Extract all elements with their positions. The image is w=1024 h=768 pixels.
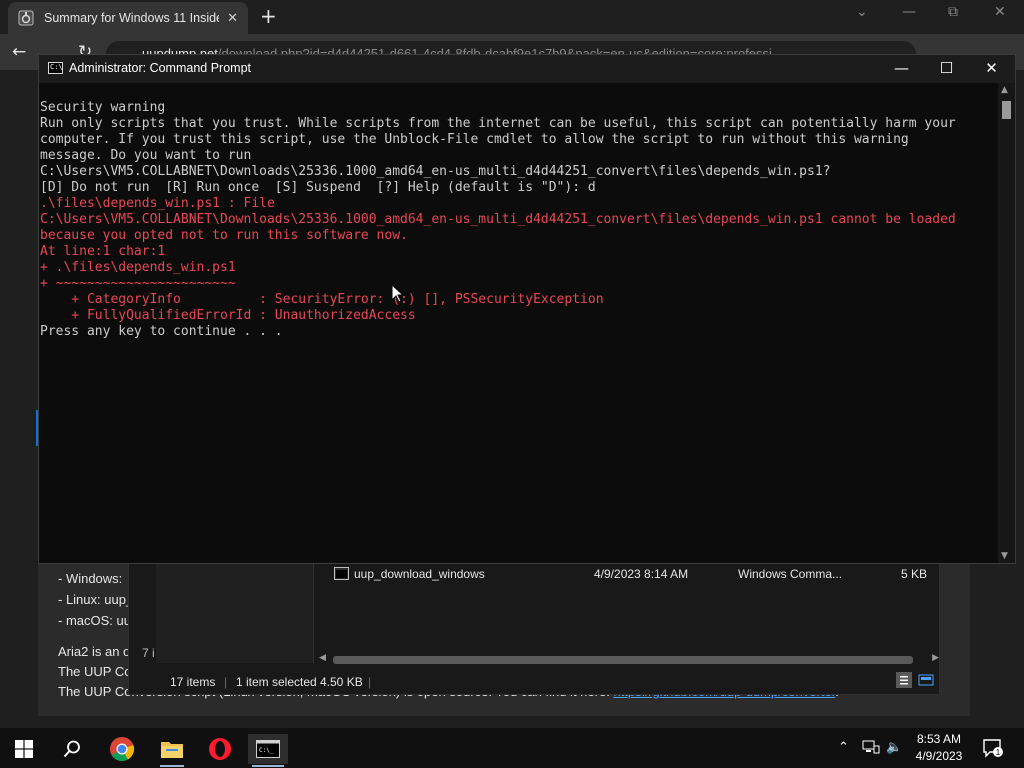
browser-tab-strip: Summary for Windows 11 Insider ✕ + ⌄ — ⧉…	[0, 0, 1024, 34]
console-line: because you opted not to run this softwa…	[40, 228, 408, 243]
console-line: + ~~~~~~~~~~~~~~~~~~~~~~~	[40, 276, 236, 291]
running-indicator	[160, 765, 184, 767]
cmd-minimize-icon[interactable]: —	[879, 57, 924, 81]
console-line: [D] Do not run [R] Run once [S] Suspend …	[40, 180, 596, 195]
chrome-icon[interactable]	[102, 734, 142, 764]
start-windows-icon[interactable]	[4, 734, 44, 764]
file-type: Windows Comma...	[738, 567, 843, 581]
console-line: Security warning	[40, 100, 166, 115]
console-line: + .\files\depends_win.ps1	[40, 260, 236, 275]
command-prompt-taskbar-icon[interactable]: C:\_	[248, 734, 288, 767]
console-line: At line:1 char:1	[40, 244, 166, 259]
explorer-horizontal-scrollbar[interactable]: ◀ ▶	[319, 653, 939, 667]
console-output[interactable]: Security warning Run only scripts that yo…	[40, 100, 1000, 340]
search-icon[interactable]	[52, 734, 92, 764]
item-count: 17 items	[170, 675, 216, 689]
svg-text:C:\_: C:\_	[259, 747, 274, 754]
scroll-left-icon[interactable]: ◀	[319, 653, 326, 663]
tab-search-icon[interactable]: ⌄	[856, 4, 868, 20]
back-arrow-icon[interactable]: ←	[12, 42, 26, 62]
scroll-up-icon[interactable]: ▲	[1001, 85, 1008, 95]
clock-time: 8:53 AM	[916, 732, 962, 746]
network-icon[interactable]	[862, 740, 880, 758]
selected-size: 4.50 KB	[320, 675, 363, 689]
scroll-down-icon[interactable]: ▼	[1001, 551, 1008, 561]
page-text-linux: - Linux: uup_	[58, 592, 134, 607]
explorer-nav-pane	[156, 561, 314, 663]
console-line: Run only scripts that you trust. While s…	[40, 116, 956, 131]
file-explorer-icon[interactable]	[152, 734, 192, 767]
tiles-view-icon[interactable]	[918, 672, 934, 691]
cmd-title-bar[interactable]: C:\ Administrator: Command Prompt — ☐ ✕	[39, 55, 1015, 83]
cmd-window-title: Administrator: Command Prompt	[69, 61, 252, 75]
file-row[interactable]: uup_download_windows 4/9/2023 8:14 AM Wi…	[334, 567, 939, 585]
explorer-status-bar: 17 items | 1 item selected 4.50 KB |	[156, 669, 940, 695]
nav-pane-item-count: 7 i	[142, 646, 155, 660]
clock-date: 4/9/2023	[915, 749, 963, 763]
cmd-app-icon: C:\	[48, 62, 63, 74]
cmd-close-icon[interactable]: ✕	[969, 57, 1014, 81]
tab-title: Summary for Windows 11 Insider	[44, 11, 219, 25]
selected-count: 1 item selected	[236, 675, 317, 689]
console-line: Press any key to continue . . .	[40, 324, 283, 339]
cmd-maximize-icon[interactable]: ☐	[924, 57, 969, 81]
file-date: 4/9/2023 8:14 AM	[594, 567, 689, 581]
system-clock[interactable]: 8:53 AM 4/9/2023	[900, 731, 978, 765]
page-text-windows: - Windows:	[58, 571, 123, 586]
command-prompt-window[interactable]: C:\ Administrator: Command Prompt — ☐ ✕ …	[38, 54, 1016, 564]
browser-tab[interactable]: Summary for Windows 11 Insider ✕	[8, 2, 248, 34]
file-explorer-window: uup_download_windows 4/9/2023 8:14 AM Wi…	[128, 560, 940, 695]
browser-restore-icon[interactable]: ⧉	[948, 4, 958, 20]
console-line: computer. If you trust this script, use …	[40, 132, 909, 147]
console-line: C:\Users\VM5.COLLABNET\Downloads\25336.1…	[40, 212, 956, 227]
batch-file-icon	[334, 567, 349, 583]
scroll-right-icon[interactable]: ▶	[932, 653, 939, 663]
page-text-macos: - macOS: uu	[58, 613, 131, 628]
console-line: C:\Users\VM5.COLLABNET\Downloads\25336.1…	[40, 164, 831, 179]
status-divider: |	[368, 675, 372, 689]
show-hidden-icons-chevron-icon[interactable]: ⌃	[838, 740, 849, 755]
new-tab-button[interactable]: +	[260, 6, 277, 26]
page-text-aria2: Aria2 is an o	[58, 644, 131, 659]
cmd-scrollbar-thumb[interactable]	[1002, 101, 1011, 119]
console-line: .\files\depends_win.ps1 : File	[40, 196, 275, 211]
opera-icon[interactable]	[200, 734, 240, 764]
notification-center-icon[interactable]: 1	[982, 737, 1004, 763]
console-line: + FullyQualifiedErrorId : UnauthorizedAc…	[40, 308, 416, 323]
notification-count: 1	[996, 748, 1001, 757]
file-name: uup_download_windows	[354, 567, 485, 581]
file-size: 5 KB	[901, 567, 928, 581]
taskbar: C:\_ ⌃ 🔈 8:53 AM 4/9/2023 1	[0, 728, 1024, 768]
running-indicator	[252, 765, 284, 767]
scrollbar-thumb[interactable]	[333, 656, 913, 664]
console-line: message. Do you want to run	[40, 148, 252, 163]
cmd-vertical-scrollbar[interactable]: ▲ ▼	[998, 83, 1015, 563]
tab-close-icon[interactable]: ✕	[227, 11, 238, 26]
uupdump-favicon-icon	[18, 10, 34, 26]
browser-close-icon[interactable]: ✕	[994, 4, 1006, 20]
browser-minimize-icon[interactable]: —	[902, 4, 916, 20]
details-view-icon[interactable]	[896, 672, 912, 691]
status-divider: |	[224, 675, 228, 689]
console-line: + CategoryInfo : SecurityError: (:) [], …	[40, 292, 604, 307]
